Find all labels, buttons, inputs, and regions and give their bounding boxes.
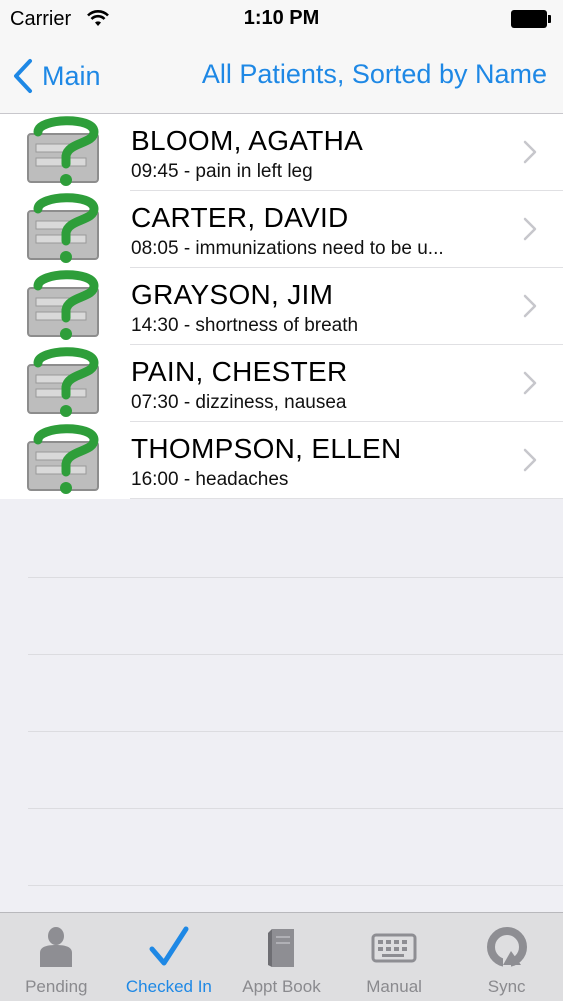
row-separator xyxy=(28,654,563,655)
row-separator xyxy=(28,577,563,578)
patient-name: GRAYSON, JIM xyxy=(131,279,334,310)
row-separator xyxy=(28,731,563,732)
patient-name: PAIN, CHESTER xyxy=(131,356,348,387)
sync-icon xyxy=(486,927,527,969)
empty-list-area xyxy=(0,500,563,912)
patient-appointment-detail: 07:30 - dizziness, nausea xyxy=(131,392,347,413)
patient-name: THOMPSON, ELLEN xyxy=(131,433,402,464)
tab-manual[interactable]: Manual xyxy=(338,913,451,1001)
tab-checked-in[interactable]: Checked In xyxy=(113,913,226,1001)
patient-status-unknown-icon xyxy=(27,270,99,340)
patient-status-unknown-icon xyxy=(27,347,99,417)
navigation-bar: Main All Patients, Sorted by Name xyxy=(0,40,563,114)
patient-appointment-detail: 14:30 - shortness of breath xyxy=(131,315,359,336)
tab-label: Pending xyxy=(25,977,88,996)
tab-pending[interactable]: Pending xyxy=(0,913,113,1001)
patient-row[interactable]: THOMPSON, ELLEN 16:00 - headaches xyxy=(0,422,563,499)
patient-row[interactable]: CARTER, DAVID 08:05 - immunizations need… xyxy=(0,191,563,268)
patient-row[interactable]: BLOOM, AGATHA 09:45 - pain in left leg xyxy=(0,114,563,191)
patient-status-unknown-icon xyxy=(27,424,99,494)
keyboard-icon xyxy=(371,933,417,963)
patient-name: CARTER, DAVID xyxy=(131,202,349,233)
tab-bar: Pending Checked In Appt Book Manual Sync xyxy=(0,912,563,1001)
patient-appointment-detail: 08:05 - immunizations need to be u... xyxy=(131,238,444,259)
chevron-right-icon xyxy=(523,140,537,164)
tab-label: Manual xyxy=(366,977,422,996)
patient-status-unknown-icon xyxy=(27,116,99,186)
page-title: All Patients, Sorted by Name xyxy=(201,59,547,89)
book-icon xyxy=(268,929,295,967)
status-time: 1:10 PM xyxy=(243,7,320,29)
tab-sync[interactable]: Sync xyxy=(450,913,563,1001)
patient-list: BLOOM, AGATHA 09:45 - pain in left leg C… xyxy=(0,114,563,499)
patient-name: BLOOM, AGATHA xyxy=(131,125,364,156)
chevron-right-icon xyxy=(523,217,537,241)
patient-appointment-detail: 09:45 - pain in left leg xyxy=(131,161,313,182)
patient-appointment-detail: 16:00 - headaches xyxy=(131,469,289,490)
tab-label: Appt Book xyxy=(242,977,321,996)
patient-row[interactable]: GRAYSON, JIM 14:30 - shortness of breath xyxy=(0,268,563,345)
checkmark-icon xyxy=(149,926,189,966)
chevron-right-icon xyxy=(523,448,537,472)
row-separator xyxy=(28,808,563,809)
chevron-right-icon xyxy=(523,294,537,318)
chevron-right-icon xyxy=(523,371,537,395)
patient-status-unknown-icon xyxy=(27,193,99,263)
person-icon xyxy=(40,927,73,967)
patient-row[interactable]: PAIN, CHESTER 07:30 - dizziness, nausea xyxy=(0,345,563,422)
back-button[interactable]: Main xyxy=(12,54,101,98)
status-bar: Carrier 1:10 PM xyxy=(0,0,563,40)
back-button-label: Main xyxy=(42,60,101,91)
tab-label: Checked In xyxy=(125,977,212,996)
row-separator xyxy=(28,885,563,886)
tab-label: Sync xyxy=(487,977,526,996)
battery-icon xyxy=(511,10,551,28)
tab-appt-book[interactable]: Appt Book xyxy=(225,913,338,1001)
chevron-left-icon xyxy=(14,59,32,93)
